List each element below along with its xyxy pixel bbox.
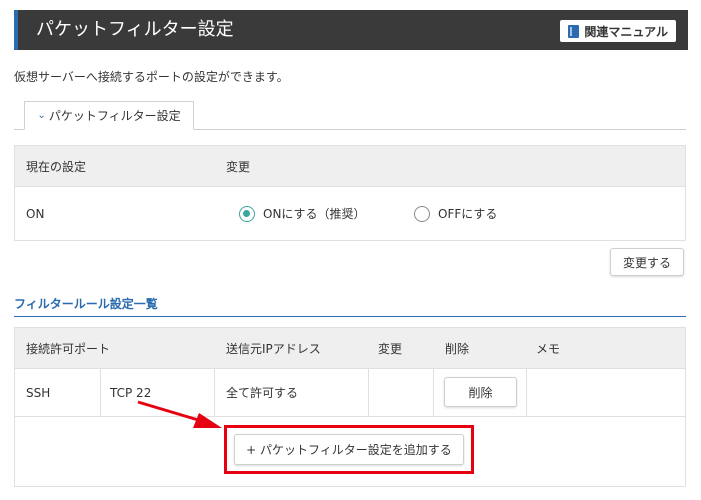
pointer-arrow-icon	[137, 400, 222, 428]
